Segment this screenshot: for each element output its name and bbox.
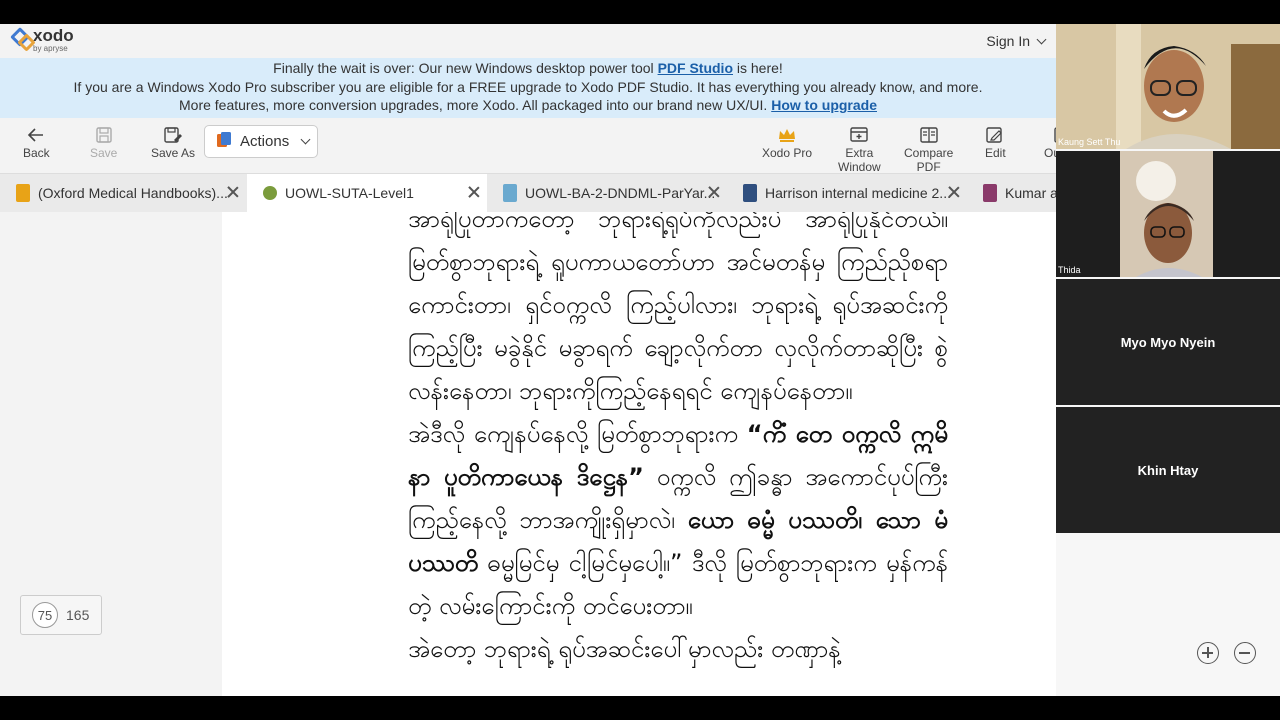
zoom-in-icon[interactable] (1197, 642, 1219, 664)
banner-line-2: If you are a Windows Xodo Pro subscriber… (73, 78, 983, 95)
document-viewer[interactable]: အာရုံပြုတာကတော့ ဘုရားရဲ့ရုပ်ကိုလည်းပဲ အာ… (0, 212, 1056, 696)
tab-harrison-internal-medicine[interactable]: Harrison internal medicine 2... (727, 174, 967, 212)
new-window-icon (849, 124, 869, 146)
actions-dropdown[interactable]: Actions (204, 125, 318, 158)
participant-name: Kaung Sett Thu (1058, 137, 1121, 147)
xodo-logo-icon (11, 27, 31, 47)
tab-uowl-ba-2[interactable]: UOWL-BA-2-DNDML-ParYar... (487, 174, 727, 212)
tab-oxford-medical-handbooks[interactable]: (Oxford Medical Handbooks)... (0, 174, 247, 212)
participant-name: Myo Myo Nyein (1120, 334, 1216, 350)
back-button[interactable]: Back (23, 124, 50, 160)
page-text: အာရုံပြုတာကတော့ ဘုရားရဲ့ရုပ်ကိုလည်းပဲ အာ… (340, 212, 948, 671)
participant-name: Thida (1058, 265, 1081, 275)
announcement-banner: Finally the wait is over: Our new Window… (0, 58, 1056, 118)
compare-icon (919, 124, 939, 146)
logo-name: xodo (33, 26, 74, 45)
save-icon (95, 124, 113, 146)
document-icon (503, 184, 517, 202)
book-icon (983, 184, 997, 202)
zoom-out-icon[interactable] (1234, 642, 1256, 664)
video-tile-khin-htay[interactable]: Khin Htay (1056, 407, 1280, 533)
paragraph: အာရုံပြုတာကတော့ ဘုရားရဲ့ရုပ်ကိုလည်းပဲ အာ… (408, 212, 948, 405)
current-page[interactable]: 75 (32, 602, 58, 628)
chevron-down-icon (300, 134, 311, 145)
sign-in-label: Sign In (986, 33, 1030, 49)
save-as-icon (163, 124, 183, 146)
book-icon (16, 184, 30, 202)
pdf-page[interactable]: အာရုံပြုတာကတော့ ဘုရားရဲ့ရုပ်ကိုလည်းပဲ အာ… (222, 212, 1056, 696)
video-call-panel: Kaung Sett Thu Thida Myo Myo Nyein Khin … (1056, 24, 1280, 696)
document-icon (263, 186, 277, 200)
logo-sub: by apryse (33, 44, 68, 53)
actions-icon (215, 131, 233, 153)
total-pages: 165 (66, 607, 90, 623)
video-tile-thida[interactable]: Thida (1056, 151, 1280, 277)
tab-kumar[interactable]: Kumar an (967, 174, 1056, 212)
xodo-pro-button[interactable]: Xodo Pro (762, 124, 812, 160)
banner-line-3: More features, more conversion upgrades,… (179, 97, 877, 113)
sign-in-button[interactable]: Sign In (986, 33, 1047, 49)
pdf-studio-link[interactable]: PDF Studio (658, 60, 733, 76)
outline-button[interactable]: Outline (1044, 124, 1056, 160)
how-to-upgrade-link[interactable]: How to upgrade (771, 97, 877, 113)
close-icon[interactable] (468, 186, 480, 198)
edit-icon (985, 124, 1005, 146)
chevron-down-icon (1036, 34, 1047, 44)
paragraph: အဲဒီလို ကျေနပ်နေလို့ မြတ်စွာဘုရားက “ကိံ … (408, 420, 948, 620)
book-icon (743, 184, 757, 202)
xodo-app-window: xodo by apryse Sign In Finally the wait … (0, 24, 1056, 696)
extra-window-button[interactable]: Extra Window (838, 124, 881, 174)
paragraph: အဲတော့ ဘုရားရဲ့ ရုပ်အဆင်းပေါ်မှာလည်း တဏှ… (408, 635, 841, 663)
compare-pdf-button[interactable]: Compare PDF (904, 124, 953, 174)
save-button[interactable]: Save (90, 124, 117, 160)
document-tabs: (Oxford Medical Handbooks)... UOWL-SUTA-… (0, 174, 1056, 212)
edit-button[interactable]: Edit (985, 124, 1006, 160)
tab-uowl-suta-level1[interactable]: UOWL-SUTA-Level1 (247, 174, 487, 212)
actions-label: Actions (240, 133, 290, 150)
close-icon[interactable] (948, 186, 960, 198)
xodo-logo[interactable]: xodo by apryse (11, 27, 74, 53)
close-icon[interactable] (708, 186, 720, 198)
participant-name: Khin Htay (1137, 462, 1199, 478)
save-as-button[interactable]: Save As (151, 124, 195, 160)
video-tile-kaung-sett-thu[interactable]: Kaung Sett Thu (1056, 24, 1280, 149)
close-icon[interactable] (227, 186, 239, 198)
participant-video-icon (1056, 24, 1280, 149)
arrow-left-icon (27, 124, 45, 146)
video-tile-myo-myo-nyein[interactable]: Myo Myo Nyein (1056, 279, 1280, 405)
toolbar: Back Save Save As Actions Xodo Pro Extra… (0, 118, 1056, 174)
page-indicator[interactable]: 75 165 (20, 595, 102, 635)
banner-line-1: Finally the wait is over: Our new Window… (273, 60, 783, 76)
top-bar: xodo by apryse Sign In (0, 24, 1056, 58)
participant-video-icon (1056, 151, 1280, 277)
crown-icon (777, 124, 797, 146)
